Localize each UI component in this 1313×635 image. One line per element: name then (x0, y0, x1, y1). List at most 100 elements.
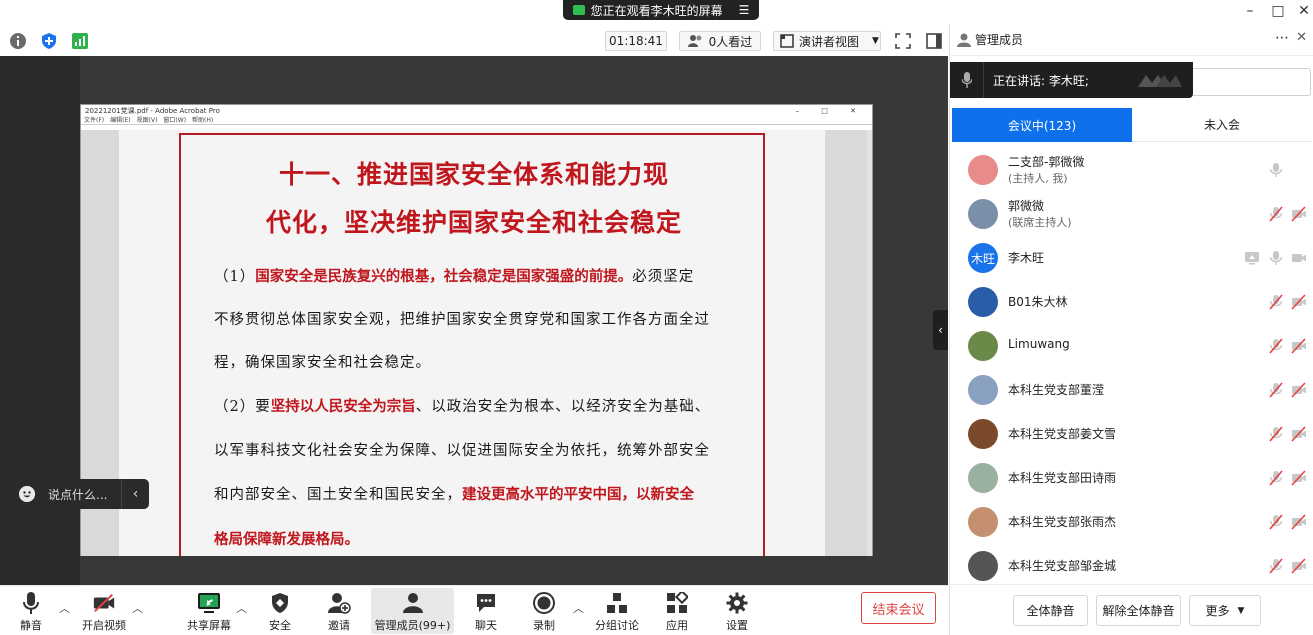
mic-off-icon[interactable] (1268, 426, 1284, 442)
pdf-window-controls[interactable]: – □ ✕ (796, 105, 866, 117)
video-off-icon[interactable] (1291, 426, 1307, 442)
invite-button[interactable]: 邀请 (324, 588, 354, 634)
participant-name: 郭微微 (1008, 199, 1045, 213)
pdf-scrollbar[interactable] (867, 130, 872, 556)
fullscreen-icon[interactable] (894, 32, 912, 50)
more-options-icon[interactable]: ⋯ (1275, 30, 1289, 46)
security-button[interactable]: 安全 (266, 588, 294, 634)
mic-off-icon[interactable] (1268, 558, 1284, 574)
breakout-rooms-button[interactable]: 分组讨论 (594, 588, 640, 634)
participant-row[interactable]: 本科生党支部邹金城 (950, 544, 1313, 588)
tab-in-meeting[interactable]: 会议中(123) (952, 108, 1132, 142)
menu-icon[interactable]: ☰ (739, 3, 750, 17)
chevron-left-icon[interactable]: ‹ (121, 479, 149, 509)
video-off-icon[interactable] (1291, 294, 1307, 310)
mic-off-icon[interactable] (1268, 206, 1284, 222)
video-off-icon[interactable] (1291, 470, 1307, 486)
pdf-viewer-window[interactable]: 20221201党课.pdf - Adobe Acrobat Pro – □ ✕… (80, 104, 873, 556)
video-off-icon[interactable] (1291, 338, 1307, 354)
avatar (968, 375, 998, 405)
video-off-icon[interactable] (1291, 514, 1307, 530)
mic-off-icon[interactable] (1268, 338, 1284, 354)
participant-row[interactable]: 本科生党支部董滢 (950, 368, 1313, 412)
p2-prefix: （2）要 (214, 399, 271, 415)
view-mode-dropdown[interactable]: 演讲者视图 ▼ (773, 31, 881, 51)
participant-row[interactable]: 木旺 李木旺 (950, 236, 1313, 280)
collapse-panel-tab[interactable]: ‹ (933, 310, 948, 350)
participant-row[interactable]: Limuwang (950, 324, 1313, 368)
pdf-menu-help[interactable]: 帮助(H) (192, 117, 213, 124)
microphone-icon[interactable] (1268, 250, 1284, 266)
signal-icon[interactable] (71, 32, 89, 50)
avatar (968, 155, 998, 185)
participant-row[interactable]: B01朱大林 (950, 280, 1313, 324)
mute-label: 静音 (20, 619, 42, 632)
panel-footer: 全体静音 解除全体静音 更多 ▼ (950, 584, 1313, 635)
paragraph-2-line-3: 和内部安全、国土安全和国民安全，建设更高水平的平安中国，以新安全 (214, 484, 754, 506)
participant-name: B01朱大林 (1008, 295, 1068, 309)
viewer-count[interactable]: 0人看过 (679, 31, 761, 51)
chat-button[interactable]: 聊天 (472, 588, 500, 634)
mic-off-icon[interactable] (1268, 294, 1284, 310)
avatar (968, 331, 998, 361)
share-screen-button[interactable]: 共享屏幕 (186, 588, 232, 634)
maximize-button[interactable]: □ (1266, 2, 1290, 20)
p2-line3-emphasis: 建设更高水平的平安中国，以新安全 (462, 487, 694, 503)
settings-button[interactable]: 设置 (723, 588, 751, 634)
shield-icon[interactable] (40, 32, 58, 50)
sidebar-toggle-icon[interactable] (925, 32, 943, 50)
participant-row[interactable]: 本科生党支部田诗雨 (950, 456, 1313, 500)
apps-button[interactable]: 应用 (663, 588, 691, 634)
participant-row[interactable]: 郭微微 (联席主持人) (950, 192, 1313, 236)
chevron-up-icon[interactable]: ︿ (573, 600, 584, 616)
mute-all-button[interactable]: 全体静音 (1013, 595, 1088, 626)
p2-line4-emphasis: 格局保障新发展格局。 (214, 532, 359, 548)
participant-name: 本科生党支部田诗雨 (1008, 471, 1117, 485)
record-button[interactable]: 录制 (530, 588, 558, 634)
chevron-up-icon[interactable]: ︿ (59, 600, 70, 616)
chat-input-pill[interactable]: 说点什么... ‹ (10, 479, 149, 509)
pdf-menu-edit[interactable]: 编辑(E) (110, 117, 130, 124)
pdf-page: 十一、推进国家安全体系和能力现 代化，坚决维护国家安全和社会稳定 （1）国家安全… (119, 130, 825, 556)
mic-off-icon[interactable] (1268, 514, 1284, 530)
screen-share-banner[interactable]: 您正在观看李木旺的屏幕 ☰ (563, 0, 759, 20)
participant-row[interactable]: 二支部-郭微微 (主持人, 我) (950, 148, 1313, 192)
participant-row[interactable]: 本科生党支部姜文雪 (950, 412, 1313, 456)
chevron-up-icon[interactable]: ︿ (236, 600, 247, 616)
info-icon[interactable] (9, 32, 27, 50)
video-camera-icon[interactable] (1291, 250, 1307, 266)
pdf-window-title: 20221201党课.pdf - Adobe Acrobat Pro – □ ✕ (81, 105, 872, 117)
pdf-menu-view[interactable]: 视图(V) (137, 117, 158, 124)
microphone-icon[interactable] (1268, 162, 1284, 178)
participant-name: Limuwang (1008, 337, 1070, 351)
emoji-icon[interactable] (19, 486, 35, 502)
avatar (968, 551, 998, 581)
minimize-button[interactable]: – (1238, 2, 1262, 20)
mic-off-icon[interactable] (1268, 470, 1284, 486)
apps-grid-icon (665, 591, 689, 615)
chevron-up-icon[interactable]: ︿ (132, 600, 143, 616)
end-meeting-button[interactable]: 结束会议 (861, 592, 936, 624)
mic-off-icon[interactable] (1268, 382, 1284, 398)
breakout-label: 分组讨论 (595, 619, 639, 632)
chat-placeholder[interactable]: 说点什么... (48, 486, 107, 503)
unmute-all-button[interactable]: 解除全体静音 (1096, 595, 1181, 626)
close-window-button[interactable]: ✕ (1292, 2, 1313, 20)
video-off-icon[interactable] (1291, 206, 1307, 222)
view-mode-label: 演讲者视图 (799, 34, 860, 49)
participant-row[interactable]: 本科生党支部张雨杰 (950, 500, 1313, 544)
pdf-title-text: 20221201党课.pdf - Adobe Acrobat Pro (85, 107, 220, 115)
start-video-button[interactable]: 开启视频 (80, 588, 128, 634)
more-button[interactable]: 更多 ▼ (1189, 595, 1261, 626)
avatar (968, 287, 998, 317)
video-off-icon[interactable] (1291, 382, 1307, 398)
video-off-icon[interactable] (1291, 558, 1307, 574)
mute-button[interactable]: 静音 (14, 588, 48, 634)
close-icon[interactable]: ✕ (1296, 30, 1307, 45)
tab-not-joined[interactable]: 未入会 (1132, 108, 1312, 142)
pdf-menu-window[interactable]: 窗口(W) (163, 117, 186, 124)
pdf-menu-file[interactable]: 文件(F) (84, 117, 104, 124)
participant-search-input[interactable] (1193, 68, 1311, 96)
chat-label: 聊天 (475, 619, 497, 632)
manage-participants-button[interactable]: 管理成员(99+) (371, 588, 454, 634)
